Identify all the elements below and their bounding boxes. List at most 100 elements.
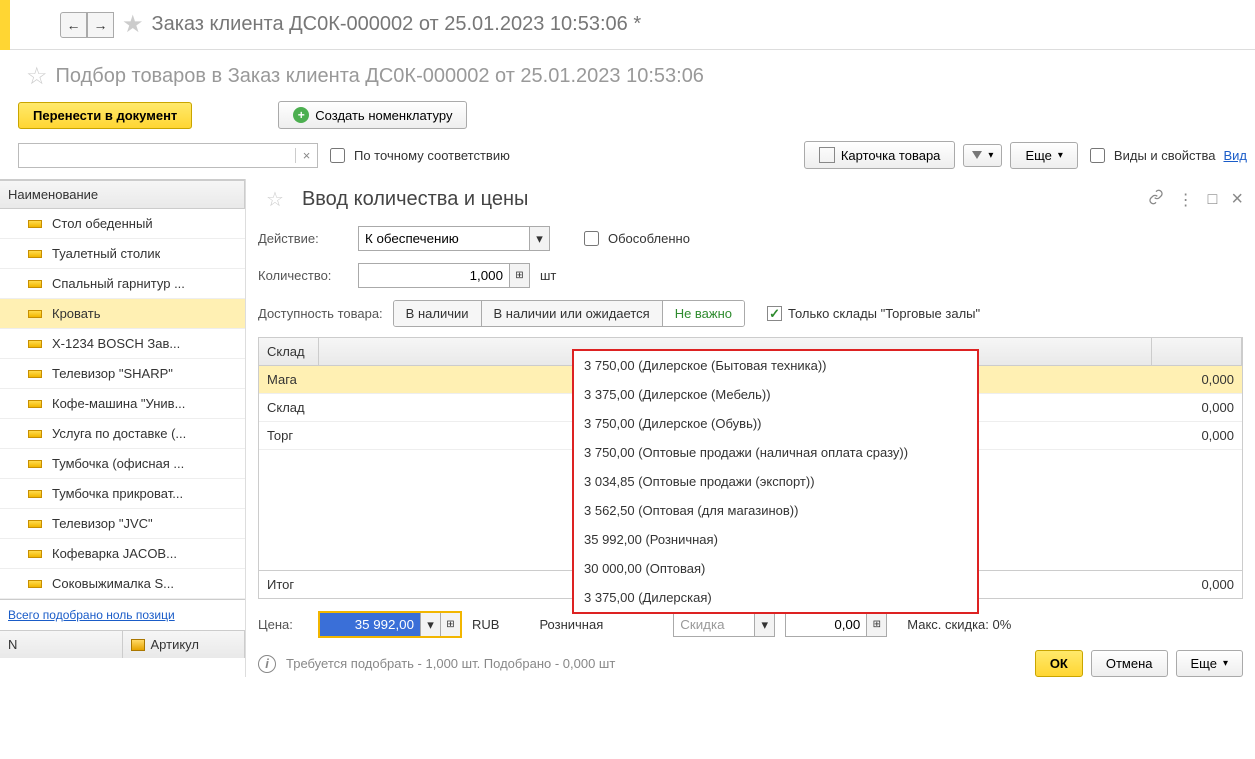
- kebab-menu-icon[interactable]: ⋮: [1178, 190, 1194, 210]
- nav-back-button[interactable]: ←: [60, 12, 87, 38]
- summary-link[interactable]: Всего подобрано ноль позици: [0, 599, 245, 630]
- clear-search-icon[interactable]: ×: [295, 148, 317, 163]
- cancel-button[interactable]: Отмена: [1091, 650, 1168, 677]
- item-icon: [28, 580, 42, 588]
- sidebar-item[interactable]: Туалетный столик: [0, 239, 245, 269]
- sidebar-item-label: Тумбочка (офисная ...: [52, 456, 184, 471]
- close-icon[interactable]: ×: [1231, 188, 1243, 211]
- favorite-icon[interactable]: ★: [122, 10, 144, 39]
- action-input[interactable]: [359, 227, 529, 250]
- sidebar-item[interactable]: Тумбочка прикроват...: [0, 479, 245, 509]
- price-option[interactable]: 3 750,00 (Дилерское (Обувь)): [574, 409, 977, 438]
- search-input[interactable]: ×: [18, 143, 318, 168]
- avail-instock[interactable]: В наличии: [394, 301, 482, 326]
- more-button-2[interactable]: Еще ▾: [1176, 650, 1243, 677]
- sidebar-item-label: Туалетный столик: [52, 246, 160, 261]
- price-option[interactable]: 3 375,00 (Дилерское (Мебель)): [574, 380, 977, 409]
- plus-icon: +: [293, 107, 309, 123]
- price-dropdown-icon[interactable]: ▾: [420, 613, 440, 636]
- sidebar-item-label: Телевизор "JVC": [52, 516, 153, 531]
- price-option[interactable]: 3 375,00 (Дилерская): [574, 583, 977, 612]
- item-icon: [28, 490, 42, 498]
- sidebar-item-label: Услуга по доставке (...: [52, 426, 186, 441]
- price-label: Цена:: [258, 617, 308, 632]
- item-icon: [28, 370, 42, 378]
- price-combo[interactable]: ▾ ⊞: [318, 611, 462, 638]
- sidebar-item[interactable]: Кофеварка JACOB...: [0, 539, 245, 569]
- currency-label: RUB: [472, 617, 499, 632]
- sidebar-item[interactable]: Соковыжималка S...: [0, 569, 245, 599]
- sub-title: Подбор товаров в Заказ клиента ДС0К-0000…: [56, 65, 704, 88]
- page-title: Заказ клиента ДС0К-000002 от 25.01.2023 …: [152, 13, 642, 36]
- sidebar-item[interactable]: Кровать: [0, 299, 245, 329]
- sidebar-item[interactable]: Тумбочка (офисная ...: [0, 449, 245, 479]
- price-option[interactable]: 3 750,00 (Оптовые продажи (наличная опла…: [574, 438, 977, 467]
- item-icon: [28, 400, 42, 408]
- product-card-button[interactable]: Карточка товара: [804, 141, 956, 169]
- sidebar-item[interactable]: Стол обеденный: [0, 209, 245, 239]
- types-link[interactable]: Вид: [1223, 148, 1247, 163]
- discount-value-input[interactable]: ⊞: [785, 612, 887, 637]
- sidebar-item-label: X-1234 BOSCH Зав...: [52, 336, 180, 351]
- price-calc-icon[interactable]: ⊞: [440, 613, 460, 636]
- col-article-header: Артикул: [123, 631, 246, 658]
- discount-dropdown-icon[interactable]: ▾: [754, 613, 774, 636]
- subheader: ☆ Подбор товаров в Заказ клиента ДС0К-00…: [0, 50, 1255, 91]
- nav-forward-button[interactable]: →: [87, 12, 114, 38]
- item-icon: [28, 430, 42, 438]
- action-combo[interactable]: ▾: [358, 226, 550, 251]
- max-discount-label: Макс. скидка: 0%: [907, 617, 1011, 632]
- qty-input[interactable]: ⊞: [358, 263, 530, 288]
- qty-label: Количество:: [258, 268, 348, 283]
- transfer-button[interactable]: Перенести в документ: [18, 102, 192, 129]
- col-n-header: N: [0, 631, 123, 658]
- app-accent-strip: [0, 0, 10, 50]
- sidebar-item[interactable]: Спальный гарнитур ...: [0, 269, 245, 299]
- price-option[interactable]: 3 034,85 (Оптовые продажи (экспорт)): [574, 467, 977, 496]
- calculator-icon[interactable]: ⊞: [509, 264, 529, 287]
- total-value: 0,000: [1152, 571, 1242, 598]
- sidebar-item-label: Кофе-машина "Унив...: [52, 396, 185, 411]
- availability-label: Доступность товара:: [258, 306, 383, 321]
- more-button[interactable]: Еще ▾: [1010, 142, 1077, 169]
- sidebar-item[interactable]: Телевизор "JVC": [0, 509, 245, 539]
- sidebar-item-label: Стол обеденный: [52, 216, 153, 231]
- total-label: Итог: [259, 571, 319, 598]
- filter-button[interactable]: ▾: [963, 144, 1002, 167]
- favorite-icon-sub[interactable]: ☆: [26, 62, 48, 91]
- price-option[interactable]: 3 750,00 (Дилерское (Бытовая техника)): [574, 351, 977, 380]
- dropdown-icon[interactable]: ▾: [529, 227, 549, 250]
- sidebar-item-label: Телевизор "SHARP": [52, 366, 173, 381]
- sidebar-item[interactable]: Кофе-машина "Унив...: [0, 389, 245, 419]
- maximize-icon[interactable]: □: [1208, 191, 1218, 209]
- sidebar-header: Наименование: [0, 180, 245, 209]
- discount-combo[interactable]: ▾: [673, 612, 775, 637]
- topbar: ← → ★ Заказ клиента ДС0К-000002 от 25.01…: [0, 0, 1255, 50]
- sidebar-item[interactable]: Услуга по доставке (...: [0, 419, 245, 449]
- dialog-favorite-icon[interactable]: ☆: [266, 187, 284, 212]
- sidebar-item-label: Тумбочка прикроват...: [52, 486, 183, 501]
- avail-expected[interactable]: В наличии или ожидается: [482, 301, 663, 326]
- search-field[interactable]: [19, 144, 295, 167]
- ok-button[interactable]: ОК: [1035, 650, 1083, 677]
- funnel-icon: [972, 151, 982, 159]
- price-option[interactable]: 35 992,00 (Розничная): [574, 525, 977, 554]
- price-option[interactable]: 30 000,00 (Оптовая): [574, 554, 977, 583]
- price-type-label: Розничная: [539, 617, 603, 632]
- only-warehouses-checkbox[interactable]: ✓ Только склады "Торговые залы": [767, 306, 980, 321]
- avail-any[interactable]: Не важно: [663, 301, 744, 326]
- link-icon[interactable]: [1148, 189, 1164, 210]
- discount-calc-icon[interactable]: ⊞: [866, 613, 886, 636]
- create-nomenclature-button[interactable]: + Создать номенклатуру: [278, 101, 467, 129]
- exact-match-checkbox[interactable]: По точному соответствию: [326, 145, 510, 166]
- price-option[interactable]: 3 562,50 (Оптовая (для магазинов)): [574, 496, 977, 525]
- box-icon: [131, 639, 145, 651]
- item-icon: [28, 280, 42, 288]
- item-icon: [28, 520, 42, 528]
- types-properties-checkbox[interactable]: Виды и свойства: [1086, 145, 1216, 166]
- sidebar-item-label: Спальный гарнитур ...: [52, 276, 185, 291]
- sidebar-item[interactable]: Телевизор "SHARP": [0, 359, 245, 389]
- item-icon: [28, 310, 42, 318]
- separate-checkbox[interactable]: Обособленно: [580, 228, 690, 249]
- sidebar-item[interactable]: X-1234 BOSCH Зав...: [0, 329, 245, 359]
